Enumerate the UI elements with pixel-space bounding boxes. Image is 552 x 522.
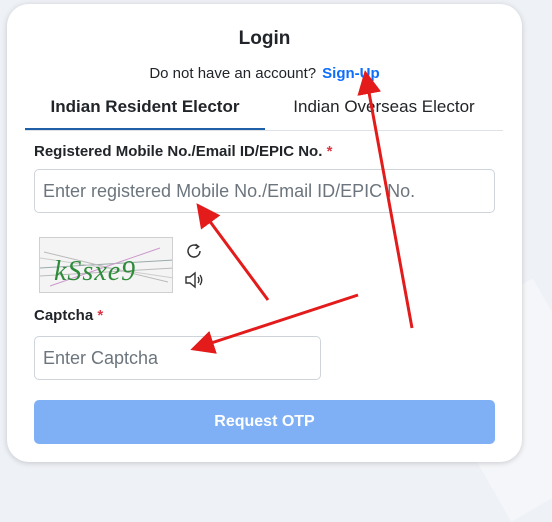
elector-tabs: Indian Resident Elector Indian Overseas … [25,92,503,131]
refresh-captcha-button[interactable] [183,240,205,267]
captcha-image: kSsxe9 [39,237,173,293]
speaker-icon [185,271,203,289]
mobile-field-label: Registered Mobile No./Email ID/EPIC No. … [34,143,332,160]
mobile-email-epic-input[interactable] [34,169,495,213]
captcha-label-text: Captcha [34,307,94,324]
login-card: Login Do not have an account? Sign-Up Ind… [7,4,522,462]
login-title: Login [238,28,291,49]
captcha-text: kSsxe9 [54,256,136,287]
audio-captcha-button[interactable] [183,270,205,295]
signup-prompt: Do not have an account? Sign-Up [7,65,522,82]
tab-indian-overseas-elector[interactable]: Indian Overseas Elector [265,92,503,130]
required-mark: * [326,143,333,160]
request-otp-button[interactable]: Request OTP [34,400,495,444]
captcha-label: Captcha * [34,307,103,324]
mobile-field-label-text: Registered Mobile No./Email ID/EPIC No. [34,143,323,160]
captcha-input[interactable] [34,336,321,380]
refresh-icon [187,243,201,258]
no-account-text: Do not have an account? [149,65,317,82]
signup-link[interactable]: Sign-Up [322,65,380,82]
tab-indian-resident-elector[interactable]: Indian Resident Elector [25,92,265,130]
required-mark: * [97,307,104,324]
captcha-image-graphic: kSsxe9 [40,247,172,287]
